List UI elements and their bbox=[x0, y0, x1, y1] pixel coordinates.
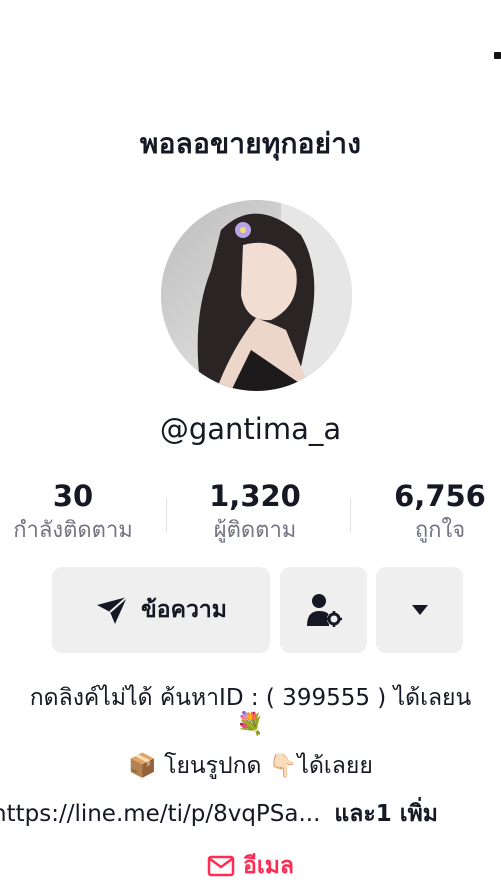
stat-likes[interactable]: 6,756 ถูกใจ bbox=[370, 478, 501, 546]
more-options-icon[interactable] bbox=[494, 52, 501, 59]
followers-label: ผู้ติดตาม bbox=[213, 518, 297, 543]
username: @gantima_a bbox=[159, 412, 342, 446]
message-button[interactable]: ข้อความ bbox=[52, 567, 270, 653]
email-link[interactable]: อีเมล bbox=[0, 848, 501, 884]
following-count: 30 bbox=[52, 479, 94, 513]
following-label: กำลังติดตาม bbox=[13, 518, 133, 543]
page-title: พอลอขายทุกอย่าง bbox=[139, 127, 362, 160]
bio-line: 📦 โยนรูปกด 👇🏻ได้เลยย bbox=[128, 753, 373, 779]
user-gear-icon bbox=[306, 594, 342, 627]
likes-label: ถูกใจ bbox=[414, 518, 466, 543]
more-dropdown-button[interactable] bbox=[376, 567, 463, 653]
stat-followers[interactable]: 1,320 ผู้ติดตาม bbox=[180, 478, 330, 546]
bio-link[interactable]: https://line.me/ti/p/8vqPSa... bbox=[0, 801, 320, 827]
bio-line: กดลิงค์ไม่ได้ ค้นหาID : ( 399555 ) ได้เล… bbox=[29, 685, 472, 711]
bio-emoji: 💐 bbox=[236, 712, 265, 737]
stats-row: 30 กำลังติดตาม 1,320 ผู้ติดตาม 6,756 ถูก… bbox=[0, 478, 501, 550]
add-friend-settings-button[interactable] bbox=[280, 567, 367, 653]
stats-divider bbox=[350, 498, 351, 532]
more-links-button[interactable]: และ1 เพิ่ม bbox=[334, 801, 437, 827]
stats-divider bbox=[166, 498, 167, 532]
avatar[interactable] bbox=[161, 200, 352, 391]
message-label: ข้อความ bbox=[141, 597, 227, 623]
likes-count: 6,756 bbox=[394, 479, 486, 513]
stat-following[interactable]: 30 กำลังติดตาม bbox=[0, 478, 146, 546]
envelope-icon bbox=[207, 855, 235, 877]
send-icon bbox=[97, 596, 128, 624]
email-label: อีเมล bbox=[243, 853, 294, 879]
caret-down-icon bbox=[411, 605, 428, 615]
followers-count: 1,320 bbox=[209, 479, 301, 513]
bio-link-row: https://line.me/ti/p/8vqPSa... และ1 เพิ่ม bbox=[0, 796, 438, 832]
